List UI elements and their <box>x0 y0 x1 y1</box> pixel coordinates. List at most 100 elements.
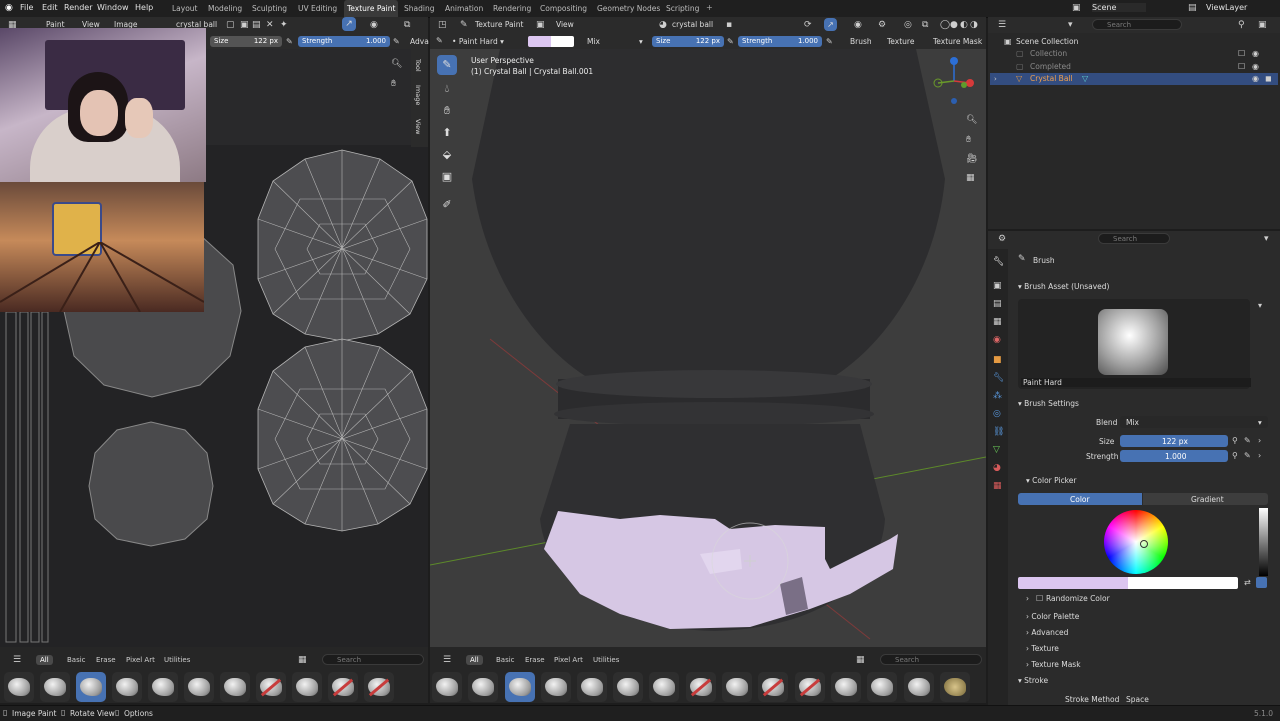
brush-thumb[interactable] <box>220 672 250 702</box>
blend-chevron-icon[interactable]: ▾ <box>639 37 643 46</box>
advanced-menu[interactable]: Adva <box>410 37 429 46</box>
brush-thumb[interactable] <box>867 672 897 702</box>
size-chevron-icon[interactable]: › <box>1258 436 1261 446</box>
material-icon[interactable]: ◐ <box>960 20 968 30</box>
shelf-search-input[interactable]: Search <box>322 654 424 665</box>
outliner-type-icon[interactable]: ☰ <box>998 20 1006 30</box>
texture-mask-panel[interactable]: › Texture Mask <box>1026 660 1081 669</box>
brush-thumb[interactable] <box>722 672 752 702</box>
mode-select[interactable]: Texture Paint <box>475 20 523 29</box>
wireframe-icon[interactable]: ◯ <box>940 20 950 30</box>
color-wheel-cursor[interactable] <box>1140 540 1148 548</box>
shelf-tab-utilities-2[interactable]: Utilities <box>593 656 619 664</box>
rendered-icon[interactable]: ◑ <box>970 20 978 30</box>
brush-asset-select[interactable]: • Paint Hard ▾ <box>452 37 504 46</box>
menu-file[interactable]: File <box>20 3 33 12</box>
filter-display-icon[interactable]: ▾ <box>1068 20 1073 30</box>
viewlayer-selector[interactable]: ViewLayer <box>1206 3 1247 12</box>
shelf-tab-basic-2[interactable]: Basic <box>496 656 515 664</box>
exclude-checkbox[interactable]: ☐ <box>1238 49 1245 59</box>
blender-logo-icon[interactable]: ◉ <box>5 3 13 13</box>
shelf-tab-basic[interactable]: Basic <box>67 656 86 664</box>
side-tab-image[interactable]: Image <box>414 85 422 105</box>
scene-tab-icon[interactable]: ◉ <box>993 335 1001 345</box>
brush-thumb[interactable] <box>468 672 498 702</box>
size-pressure-icon-3[interactable]: ✎ <box>1244 436 1251 446</box>
texture-menu[interactable]: Texture <box>887 37 914 46</box>
shelf-menu-icon[interactable]: ☰ <box>13 655 21 665</box>
particles-tab-icon[interactable]: ⁂ <box>993 391 1002 401</box>
menu-window[interactable]: Window <box>97 3 129 12</box>
visibility-icon[interactable]: ◉ <box>854 20 862 30</box>
advanced-panel[interactable]: › Advanced <box>1026 628 1068 637</box>
shelf-tab-pixel-art[interactable]: Pixel Art <box>126 656 155 664</box>
shelf-tab-erase-2[interactable]: Erase <box>525 656 545 664</box>
brush-thumb[interactable] <box>184 672 214 702</box>
color-palette-panel[interactable]: › Color Palette <box>1026 612 1079 621</box>
tab-sculpting[interactable]: Sculpting <box>249 0 290 17</box>
gizmo-icon[interactable]: ⚙ <box>878 20 886 30</box>
scene-selector[interactable]: Scene <box>1092 3 1147 12</box>
gradient-tab[interactable]: Gradient <box>1143 493 1268 505</box>
viewport-editor-type-icon[interactable]: ◳ <box>438 20 447 30</box>
shelf-view-icon[interactable]: ▦ <box>298 655 307 665</box>
brush-thumb[interactable] <box>432 672 462 702</box>
shelf-tab-utilities[interactable]: Utilities <box>164 656 190 664</box>
brush-asset-preview[interactable]: Paint Hard <box>1018 299 1251 389</box>
smear-tool-icon[interactable]: ✋︎ <box>437 101 457 121</box>
grid-toggle-icon[interactable]: ▦ <box>966 173 975 183</box>
color-picker-panel[interactable]: ▾ Color Picker <box>1026 476 1076 485</box>
output-tab-icon[interactable]: ▤ <box>993 299 1002 309</box>
menu-help[interactable]: Help <box>135 3 153 12</box>
image-browse-icon[interactable]: ▤ <box>252 20 261 30</box>
image-strength-field[interactable]: Strength 1.000 <box>298 36 390 47</box>
new-collection-icon[interactable]: ▣ <box>1258 20 1267 30</box>
color-tab[interactable]: Color <box>1018 493 1142 505</box>
viewport-strength-field[interactable]: Strength 1.000 <box>738 36 822 47</box>
shelf-tab-pixel-art-2[interactable]: Pixel Art <box>554 656 583 664</box>
brush-thumb[interactable] <box>613 672 643 702</box>
color-swatch[interactable] <box>528 36 574 47</box>
object-name[interactable]: crystal ball <box>672 20 713 29</box>
tab-rendering[interactable]: Rendering <box>490 0 534 17</box>
mask-tool-icon[interactable]: ▣ <box>437 167 457 187</box>
uv-select-icon[interactable]: ↗ <box>342 17 356 31</box>
tab-texture-paint[interactable]: Texture Paint <box>344 0 399 17</box>
brush-asset-panel[interactable]: ▾ Brush Asset (Unsaved) <box>1018 282 1109 291</box>
brush-asset-name[interactable]: Paint Hard <box>1021 378 1251 387</box>
view-layer-tab-icon[interactable]: ▦ <box>993 317 1002 327</box>
navigation-gizmo[interactable] <box>926 53 982 109</box>
clone-tool-icon[interactable]: ⬆ <box>437 123 457 143</box>
tab-modeling[interactable]: Modeling <box>205 0 245 17</box>
side-tab-tool[interactable]: Tool <box>414 59 422 72</box>
tab-scripting[interactable]: Scripting <box>663 0 702 17</box>
shelf-tab-all[interactable]: All <box>36 655 53 665</box>
viewport-pan-icon[interactable]: ✋︎ <box>966 135 971 145</box>
brush-thumb[interactable] <box>4 672 34 702</box>
viewport-canvas[interactable]: User Perspective (1) Crystal Ball | Crys… <box>430 49 986 647</box>
randomize-color-panel[interactable]: › <box>1026 594 1029 603</box>
stroke-method-value[interactable]: Space <box>1126 695 1149 704</box>
outliner-root[interactable]: Scene Collection <box>1016 37 1078 46</box>
size-slider[interactable]: 122 px <box>1120 435 1228 447</box>
visibility-eye-icon[interactable]: ◉ <box>1252 49 1259 59</box>
brush-thumb-erase[interactable] <box>256 672 286 702</box>
menu-render[interactable]: Render <box>64 3 92 12</box>
stroke-panel[interactable]: ▾ Stroke <box>1018 676 1048 685</box>
size-unit-icon[interactable]: ⚲ <box>1232 436 1238 446</box>
outliner-item-collection[interactable]: Collection <box>1030 49 1067 58</box>
pressure-icon[interactable]: ✎ <box>286 37 293 47</box>
brush-thumb[interactable] <box>40 672 70 702</box>
strength-slider[interactable]: 1.000 <box>1120 450 1228 462</box>
material-tab-icon[interactable]: ◕ <box>993 463 1001 473</box>
brush-settings-panel[interactable]: ▾ Brush Settings <box>1018 399 1079 408</box>
view-options-icon[interactable]: ⧉ <box>404 20 410 30</box>
value-slider[interactable] <box>1259 508 1268 576</box>
visibility-eye-icon[interactable]: ◉ <box>1252 74 1259 84</box>
annotate-tool-icon[interactable]: ✐ <box>437 195 457 215</box>
soften-tool-icon[interactable]: 💧︎ <box>437 79 457 99</box>
draw-tool-icon[interactable]: ✎ <box>437 55 457 75</box>
properties-options-icon[interactable]: ▾ <box>1264 234 1269 244</box>
blend-dropdown[interactable]: Mix ▾ <box>1120 416 1268 428</box>
brush-thumb[interactable] <box>292 672 322 702</box>
